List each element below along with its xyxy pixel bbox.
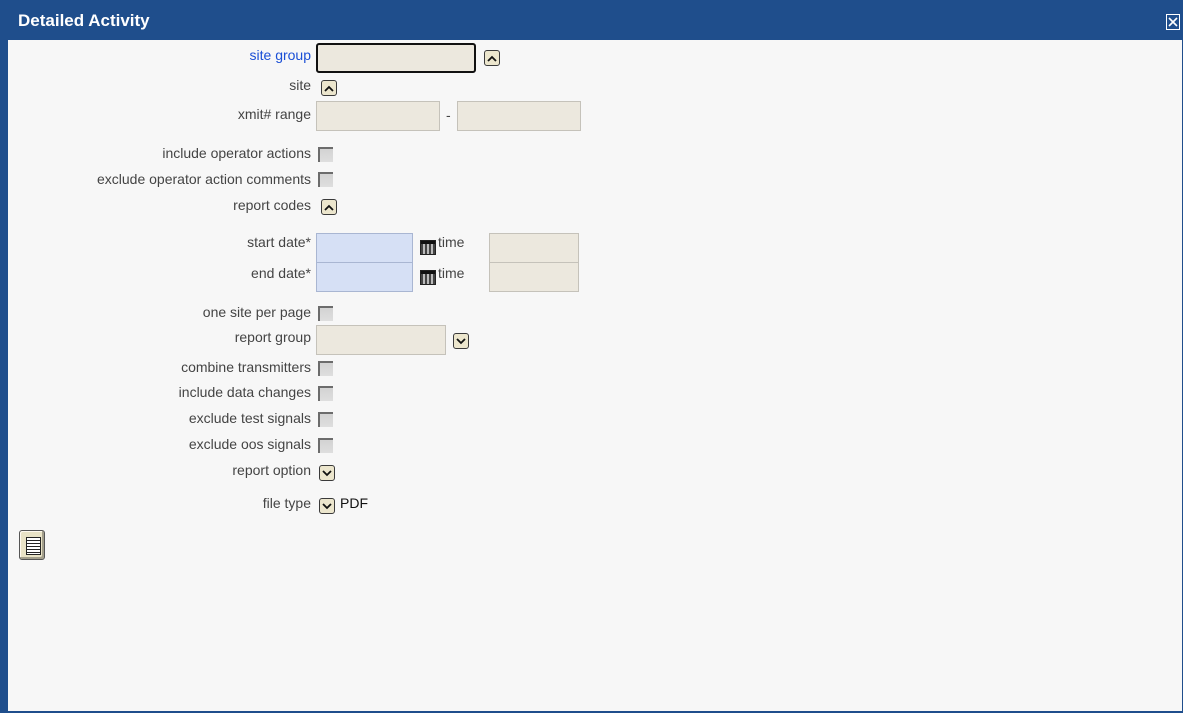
start-time-label: time (438, 234, 465, 250)
start-date-input[interactable] (316, 233, 413, 263)
detailed-activity-window: Detailed Activity site group site xmit# … (0, 0, 1183, 713)
chevron-up-icon (324, 85, 334, 92)
report-option-label: report option (232, 462, 311, 478)
calendar-icon[interactable] (420, 270, 436, 285)
report-group-dropdown-button[interactable] (453, 333, 469, 349)
end-time-input[interactable] (489, 262, 579, 292)
chevron-down-icon (456, 337, 466, 344)
report-icon (26, 537, 41, 555)
one-site-per-page-label: one site per page (202, 304, 311, 320)
combine-transmitters-label: combine transmitters (181, 359, 311, 375)
end-time-label: time (438, 265, 465, 281)
file-type-value: PDF (340, 495, 368, 511)
run-report-button[interactable] (19, 530, 45, 560)
end-date-input[interactable] (316, 262, 413, 292)
site-group-button[interactable] (484, 50, 500, 66)
one-site-per-page-checkbox[interactable] (318, 306, 333, 321)
xmit-range-separator: - (446, 107, 451, 123)
include-operator-actions-checkbox[interactable] (318, 147, 333, 162)
include-data-changes-label: include data changes (178, 384, 311, 400)
exclude-oos-signals-checkbox[interactable] (318, 438, 333, 453)
start-time-input[interactable] (489, 233, 579, 263)
chevron-up-icon (324, 204, 334, 211)
title-bar: Detailed Activity (8, 0, 1182, 40)
report-codes-button[interactable] (321, 199, 337, 215)
file-type-label: file type (262, 495, 311, 511)
combine-transmitters-checkbox[interactable] (318, 361, 333, 376)
window-title: Detailed Activity (18, 11, 150, 30)
chevron-down-icon (322, 469, 332, 476)
report-codes-label: report codes (233, 197, 311, 213)
site-group-input[interactable] (316, 43, 476, 73)
exclude-operator-action-comments-label: exclude operator action comments (97, 171, 311, 187)
start-date-label: start date* (247, 234, 311, 250)
exclude-test-signals-checkbox[interactable] (318, 412, 333, 427)
report-option-dropdown-button[interactable] (319, 465, 335, 481)
end-date-label: end date* (251, 265, 311, 281)
exclude-oos-signals-label: exclude oos signals (188, 436, 311, 452)
report-group-input[interactable] (316, 325, 446, 355)
xmit-range-to-input[interactable] (457, 101, 581, 131)
chevron-up-icon (487, 55, 497, 62)
chevron-down-icon (322, 502, 332, 509)
site-label: site (289, 77, 311, 93)
exclude-operator-action-comments-checkbox[interactable] (318, 172, 333, 187)
report-group-label: report group (234, 329, 311, 345)
file-type-dropdown-button[interactable] (319, 498, 335, 514)
xmit-range-from-input[interactable] (316, 101, 440, 131)
exclude-test-signals-label: exclude test signals (188, 410, 311, 426)
include-data-changes-checkbox[interactable] (318, 386, 333, 401)
form-area: site group site xmit# range - include op… (8, 40, 1182, 711)
site-button[interactable] (321, 80, 337, 96)
include-operator-actions-label: include operator actions (162, 145, 311, 161)
calendar-icon[interactable] (420, 240, 436, 255)
close-icon (1168, 17, 1178, 27)
xmit-range-label: xmit# range (237, 106, 311, 122)
site-group-label[interactable]: site group (250, 47, 311, 63)
close-button[interactable] (1166, 14, 1180, 30)
